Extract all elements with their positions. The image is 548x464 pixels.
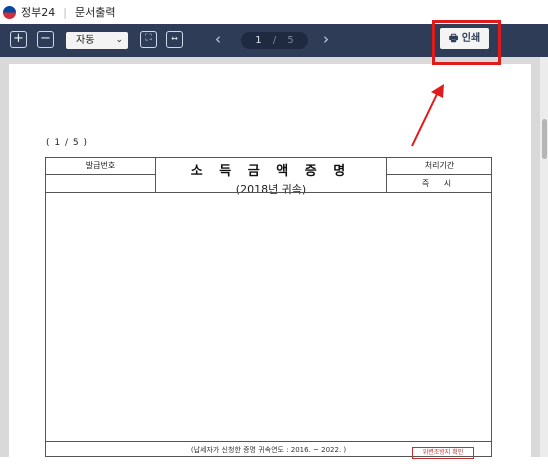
fit-width-icon: ↔ [171,34,178,43]
zoom-out-button[interactable]: − [37,31,54,48]
document-title-block: 소 득 금 액 증 명 (2018년 귀속) [156,158,386,196]
fit-page-button[interactable]: ⛶ [140,31,157,48]
print-button-highlight [432,20,501,65]
processing-period-label: 처리기간 [386,158,492,175]
window-title: 문서출력 [74,6,116,19]
chevron-down-icon: ⌄ [115,35,123,45]
zoom-select[interactable]: 자동 ⌄ [66,32,128,49]
government-logo-icon [3,5,16,19]
total-pages: 5 [287,35,294,46]
fit-page-icon: ⛶ [145,33,152,43]
document-subtitle: (2018년 귀속) [235,183,307,196]
header-divider [46,192,491,193]
income-certificate-form: 발급번호 소 득 금 액 증 명 (2018년 귀속) 처리기간 즉 시 (납세… [45,157,492,459]
fit-width-button[interactable]: ↔ [166,31,183,48]
current-page: 1 [255,35,262,46]
anti-forgery-stamp: 위변조방지 확인 [412,447,474,459]
chevron-left-icon: ‹ [215,30,221,48]
minus-icon: − [40,31,51,46]
body-divider [46,441,491,442]
prev-page-button[interactable]: ‹ [215,30,221,48]
next-page-button[interactable]: › [323,30,329,48]
title-separator: | [63,5,67,19]
plus-icon: + [13,31,24,46]
document-title: 소 득 금 액 증 명 [190,164,352,179]
document-page-indicator: ( 1 / 5 ) [46,138,88,148]
app-brand: 정부24 [21,6,56,19]
issue-number-value [46,175,156,192]
viewer-scrollbar[interactable] [540,57,548,457]
zoom-in-button[interactable]: + [10,31,27,48]
issue-number-label: 발급번호 [46,158,156,175]
scrollbar-thumb[interactable] [542,119,547,159]
page-separator: / [272,35,277,46]
processing-period-value: 즉 시 [386,175,492,192]
page-indicator[interactable]: 1 / 5 [241,32,308,49]
zoom-value: 자동 [76,35,95,46]
chevron-right-icon: › [323,30,329,48]
